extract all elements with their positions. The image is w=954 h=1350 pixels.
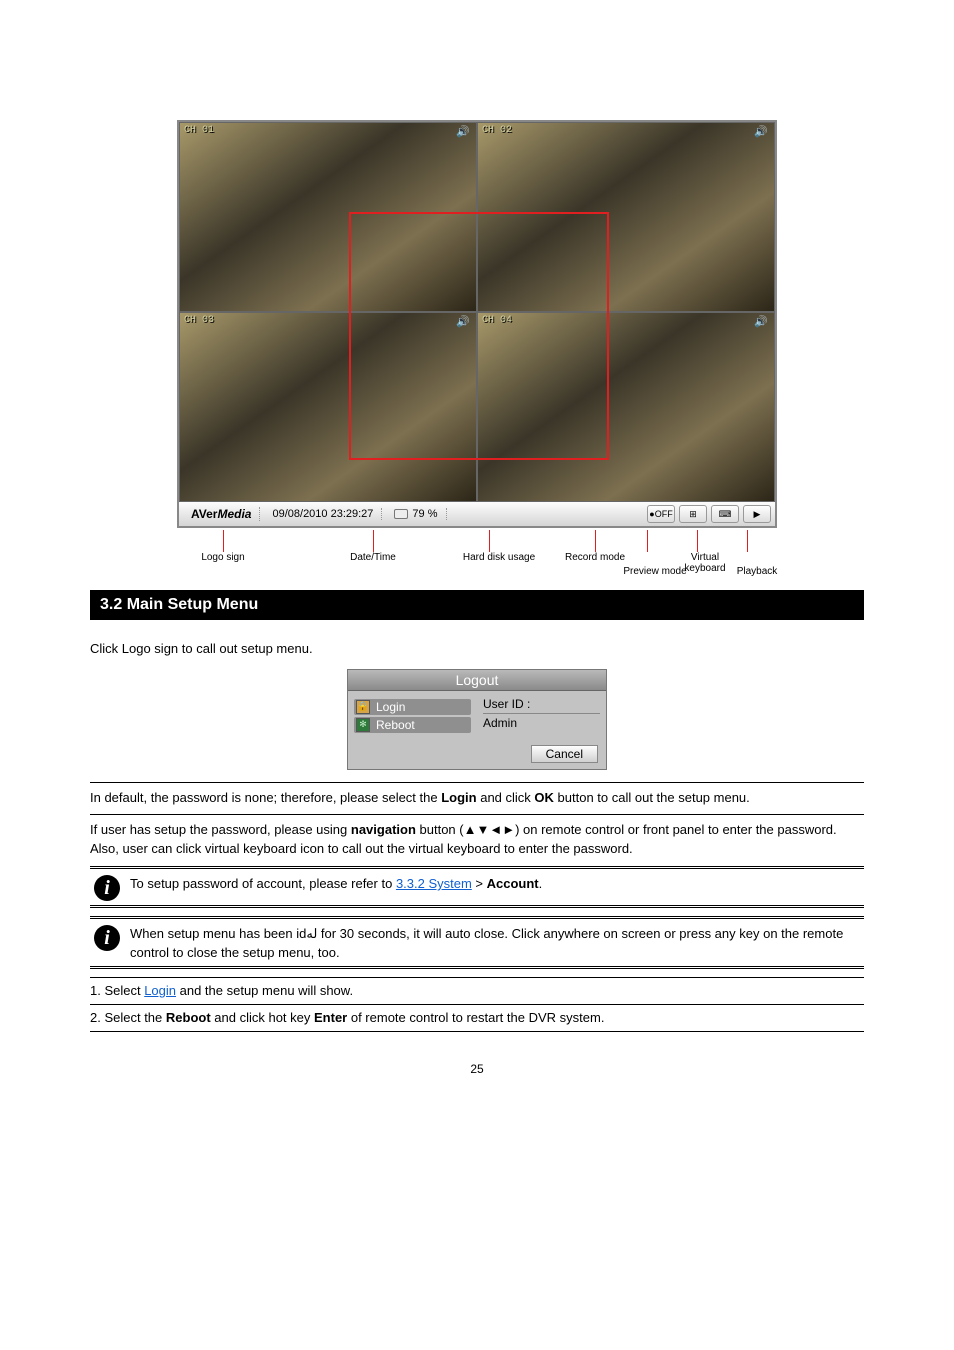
intro-text: Click Logo sign to call out setup menu. bbox=[90, 640, 864, 659]
link-login[interactable]: Login bbox=[144, 983, 176, 998]
reboot-icon: ✻ bbox=[356, 718, 370, 732]
separator bbox=[90, 977, 864, 978]
logout-dialog: Logout 🔒 Login ✻ Reboot User ID : Admin … bbox=[347, 669, 607, 770]
info-icon: i bbox=[94, 875, 120, 901]
step-1: 1. Select Login and the setup menu will … bbox=[90, 982, 864, 1000]
callout-playback: Playback bbox=[737, 566, 778, 577]
callout-datetime: Date/Time bbox=[350, 552, 396, 563]
info-note-1: i To setup password of account, please r… bbox=[90, 866, 864, 908]
userid-value: Admin bbox=[483, 713, 600, 730]
separator bbox=[90, 1004, 864, 1005]
cam-label: CH 04 bbox=[482, 315, 512, 326]
reboot-menu-item[interactable]: ✻ Reboot bbox=[354, 717, 471, 733]
audio-icon: 🔊 bbox=[456, 315, 470, 328]
section-heading: 3.2 Main Setup Menu bbox=[90, 590, 864, 620]
cancel-button[interactable]: Cancel bbox=[531, 745, 598, 763]
callout-hdd: Hard disk usage bbox=[463, 552, 535, 563]
login-label: Login bbox=[376, 700, 405, 714]
cam-label: CH 01 bbox=[184, 125, 214, 136]
camera-ch01: CH 01 🔊 bbox=[179, 122, 477, 312]
info-text: When setup menu has been idله for 30 sec… bbox=[130, 923, 864, 961]
separator bbox=[90, 1031, 864, 1032]
camera-ch03: CH 03 🔊 bbox=[179, 312, 477, 502]
audio-icon: 🔊 bbox=[754, 125, 768, 138]
audio-icon: 🔊 bbox=[754, 315, 768, 328]
camera-ch02: CH 02 🔊 bbox=[477, 122, 775, 312]
callout-logo: Logo sign bbox=[201, 552, 244, 563]
hdd-usage: 79 % bbox=[386, 508, 446, 520]
info-note-2: i When setup menu has been idله for 30 s… bbox=[90, 916, 864, 968]
info-icon: i bbox=[94, 925, 120, 951]
camera-ch04: CH 04 🔊 bbox=[477, 312, 775, 502]
paragraph-login-default: In default, the password is none; theref… bbox=[90, 789, 864, 808]
callout-virtual: Virtual keyboard bbox=[669, 552, 741, 574]
logo-sign[interactable]: AVerMedia bbox=[183, 507, 260, 521]
control-bar: AVerMedia 09/08/2010 23:29:27 79 % ● OFF… bbox=[179, 502, 775, 526]
record-mode-button[interactable]: ● OFF bbox=[647, 505, 675, 523]
callout-row: Logo sign Date/Time Hard disk usage Reco… bbox=[177, 534, 777, 560]
link-system[interactable]: 3.3.2 System bbox=[396, 876, 472, 891]
audio-icon: 🔊 bbox=[456, 125, 470, 138]
playback-button[interactable]: ▶ bbox=[743, 505, 771, 523]
reboot-label: Reboot bbox=[376, 718, 415, 732]
callout-record: Record mode bbox=[565, 552, 625, 563]
paragraph-password: If user has setup the password, please u… bbox=[90, 821, 864, 859]
cam-label: CH 03 bbox=[184, 315, 214, 326]
dvr-figure: CH 01 🔊 CH 02 🔊 CH 03 🔊 CH 04 🔊 AVerMedi… bbox=[90, 120, 864, 560]
login-menu-item[interactable]: 🔒 Login bbox=[354, 699, 471, 715]
dvr-screenshot: CH 01 🔊 CH 02 🔊 CH 03 🔊 CH 04 🔊 AVerMedi… bbox=[177, 120, 777, 528]
virtual-keyboard-button[interactable]: ⌨ bbox=[711, 505, 739, 523]
page-number: 25 bbox=[0, 1062, 954, 1076]
step-2: 2. Select the Reboot and click hot key E… bbox=[90, 1009, 864, 1027]
separator bbox=[90, 814, 864, 815]
lock-icon: 🔒 bbox=[356, 700, 370, 714]
hdd-percent: 79 % bbox=[412, 508, 437, 520]
datetime-display: 09/08/2010 23:29:27 bbox=[264, 508, 382, 520]
preview-mode-button[interactable]: ⊞ bbox=[679, 505, 707, 523]
separator bbox=[90, 782, 864, 783]
userid-label: User ID : bbox=[483, 697, 600, 711]
hdd-icon bbox=[394, 509, 408, 519]
dialog-title: Logout bbox=[348, 670, 606, 691]
cam-label: CH 02 bbox=[482, 125, 512, 136]
info-text: To setup password of account, please ref… bbox=[130, 873, 542, 893]
